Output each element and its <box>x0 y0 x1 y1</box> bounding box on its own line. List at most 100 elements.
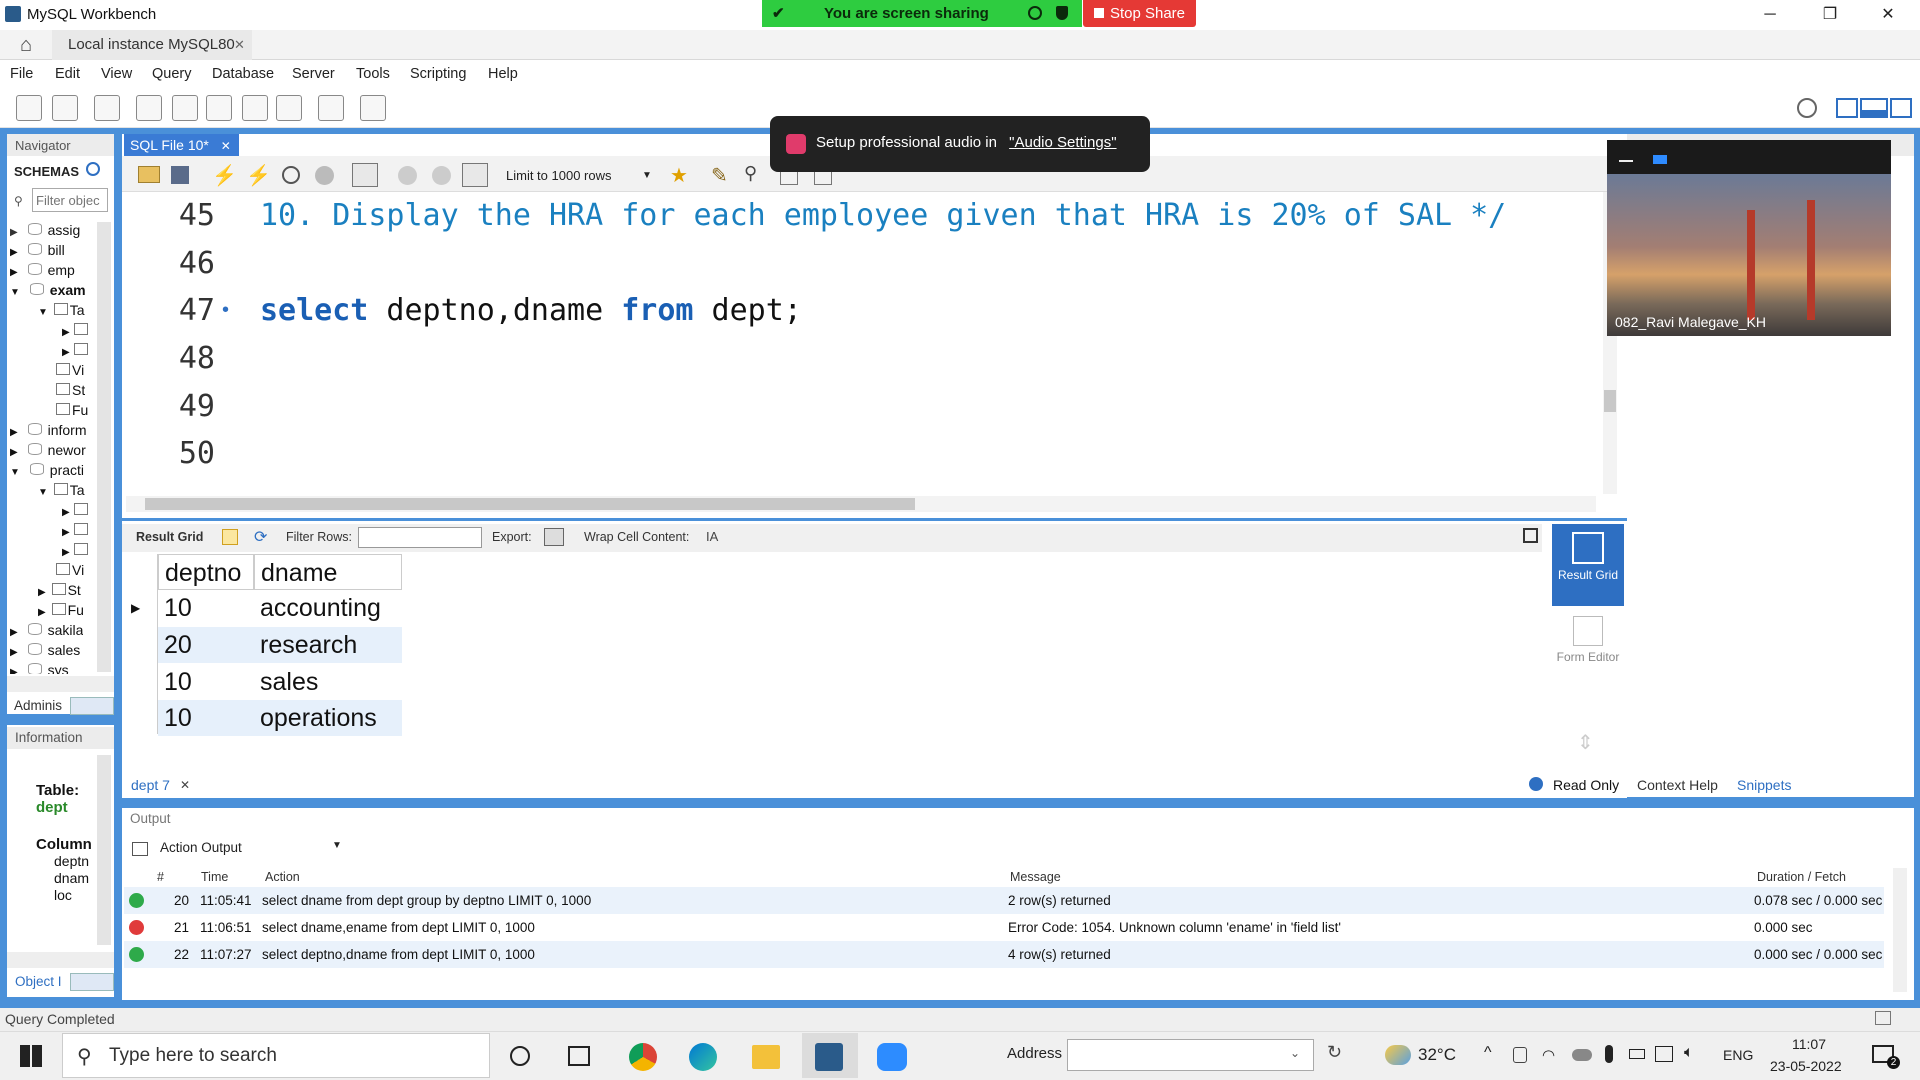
code-sql-statement[interactable]: select deptno,dname from dept; <box>260 293 802 328</box>
limit-rows-select[interactable]: Limit to 1000 rows ▼ <box>506 166 652 186</box>
expand-arrow-icon[interactable]: ▶ <box>62 347 70 358</box>
settings-gear-icon[interactable] <box>1797 98 1817 118</box>
microphone-icon[interactable] <box>1605 1045 1613 1063</box>
expand-arrow-icon[interactable]: ▶ <box>10 427 18 438</box>
mysql-workbench-icon[interactable] <box>815 1043 843 1071</box>
schema-assig[interactable]: ▶ assig <box>10 222 80 240</box>
stop-query-icon[interactable] <box>315 166 334 185</box>
expand-arrow-icon[interactable]: ▶ <box>10 247 18 258</box>
info-hscrollbar[interactable] <box>7 952 114 968</box>
execute-icon[interactable]: ⚡ <box>212 163 237 188</box>
expand-arrow-icon[interactable]: ▶ <box>10 447 18 458</box>
context-help-tab[interactable]: Context Help <box>1637 777 1718 793</box>
toggle-result-panel-icon[interactable] <box>1523 528 1538 543</box>
status-panel-icon[interactable] <box>1875 1011 1891 1025</box>
edge-icon[interactable] <box>689 1043 717 1071</box>
cell-deptno[interactable]: 20 <box>158 627 254 663</box>
menu-help[interactable]: Help <box>488 66 518 82</box>
home-icon[interactable]: ⌂ <box>0 30 52 60</box>
schema-information[interactable]: ▶ inform <box>10 422 87 440</box>
navigator-scrollbar[interactable] <box>97 222 111 672</box>
execute-current-icon[interactable]: ⚡ <box>246 163 271 188</box>
cell-deptno[interactable]: 10 <box>158 700 254 736</box>
video-view-icon[interactable] <box>1653 155 1667 164</box>
wrap-cell-icon[interactable]: IA <box>706 529 718 544</box>
address-input[interactable] <box>1067 1039 1314 1071</box>
weather-temp[interactable]: 32°C <box>1418 1045 1456 1065</box>
cell-dname[interactable]: accounting <box>254 590 402 626</box>
copy-output-icon[interactable] <box>132 842 148 856</box>
editor-vscroll-thumb[interactable] <box>1604 390 1616 412</box>
schema-neworld[interactable]: ▶ newor <box>10 442 86 460</box>
cell-dname[interactable]: sales <box>254 664 402 700</box>
form-editor-side-button[interactable]: Form Editor <box>1552 612 1624 688</box>
output-mode-select[interactable]: Action Output ▼ <box>160 840 342 860</box>
menu-view[interactable]: View <box>101 66 132 82</box>
address-dropdown-icon[interactable]: ⌄ <box>1290 1046 1300 1060</box>
cell-dname[interactable]: research <box>254 627 402 663</box>
menu-database[interactable]: Database <box>212 66 274 82</box>
windows-start-icon[interactable] <box>20 1045 42 1067</box>
editor-hscroll-thumb[interactable] <box>145 498 915 510</box>
menu-query[interactable]: Query <box>152 66 192 82</box>
open-sql-script-icon[interactable] <box>52 95 78 121</box>
schema-sys[interactable]: ▶ sys <box>10 662 69 674</box>
info-scrollbar[interactable] <box>97 755 111 945</box>
open-file-icon[interactable] <box>138 166 160 183</box>
tab-close-icon[interactable]: ✕ <box>234 30 245 60</box>
navigator-hscrollbar[interactable] <box>7 676 114 692</box>
table-item[interactable]: ▶ <box>62 502 88 520</box>
result-tab-close-icon[interactable]: ✕ <box>180 778 190 792</box>
file-explorer-icon[interactable] <box>752 1045 780 1069</box>
schema-bill[interactable]: ▶ bill <box>10 242 65 260</box>
procedures-folder[interactable]: St <box>56 382 85 400</box>
schema-emp[interactable]: ▶ emp <box>10 262 75 280</box>
task-view-icon[interactable] <box>568 1046 590 1066</box>
expand-arrow-icon[interactable]: ▶ <box>10 227 18 238</box>
schema-sales[interactable]: ▶ sales <box>10 642 80 660</box>
commit-icon[interactable] <box>398 166 417 185</box>
cell-deptno[interactable]: 10 <box>158 664 254 700</box>
export-icon[interactable] <box>544 528 564 546</box>
object-info-tab[interactable]: Object I <box>15 974 62 989</box>
expand-arrow-icon[interactable]: ▶ <box>38 607 46 618</box>
chrome-icon[interactable] <box>629 1043 657 1071</box>
expand-arrow-icon[interactable]: ▶ <box>38 587 46 598</box>
minimize-button[interactable]: ─ <box>1740 0 1800 30</box>
cell-dname[interactable]: operations <box>254 700 402 736</box>
toggle-autocommit-icon[interactable] <box>462 163 488 187</box>
result-grid-side-button[interactable]: Result Grid <box>1552 524 1624 606</box>
stop-share-button[interactable]: Stop Share <box>1083 0 1196 27</box>
search-table-data-icon[interactable] <box>318 95 344 121</box>
show-hidden-icons[interactable]: ^ <box>1484 1044 1492 1062</box>
minimize-video-icon[interactable] <box>1619 160 1633 162</box>
scroll-side-buttons-icon[interactable]: ⇕ <box>1577 730 1594 755</box>
expand-arrow-icon[interactable]: ▶ <box>10 667 18 674</box>
collapse-arrow-icon[interactable]: ▼ <box>38 487 48 498</box>
output-row[interactable]: 21 11:06:51 select dname,ename from dept… <box>124 914 1884 941</box>
menu-scripting[interactable]: Scripting <box>410 66 466 82</box>
filter-rows-input[interactable] <box>358 527 482 548</box>
toggle-continue-on-error-icon[interactable] <box>352 163 378 187</box>
battery-icon[interactable] <box>1629 1049 1645 1059</box>
functions-folder[interactable]: ▶ Fu <box>38 602 84 620</box>
column-header-deptno[interactable]: deptno <box>158 554 254 590</box>
schema-exam[interactable]: ▼ exam <box>10 282 86 300</box>
expand-arrow-icon[interactable]: ▶ <box>10 627 18 638</box>
table-item[interactable]: ▶ <box>62 522 88 540</box>
procedures-folder[interactable]: ▶ St <box>38 582 81 600</box>
close-button[interactable]: ✕ <box>1858 0 1918 30</box>
menu-tools[interactable]: Tools <box>356 66 390 82</box>
weather-icon[interactable] <box>1385 1045 1411 1065</box>
save-icon[interactable] <box>171 166 189 184</box>
output-row[interactable]: 22 11:07:27 select deptno,dname from dep… <box>124 941 1884 968</box>
views-folder[interactable]: Vi <box>56 362 84 380</box>
onedrive-icon[interactable] <box>1572 1049 1592 1061</box>
info-tab-switcher[interactable] <box>70 973 114 991</box>
schema-practice[interactable]: ▼ practi <box>10 462 84 480</box>
table-item[interactable]: ▶ <box>62 322 88 340</box>
schema-filter-input[interactable] <box>32 188 108 212</box>
add-snippet-icon[interactable]: ★ <box>670 163 688 188</box>
tables-folder[interactable]: ▼ Ta <box>38 482 85 500</box>
expand-arrow-icon[interactable]: ▶ <box>10 647 18 658</box>
